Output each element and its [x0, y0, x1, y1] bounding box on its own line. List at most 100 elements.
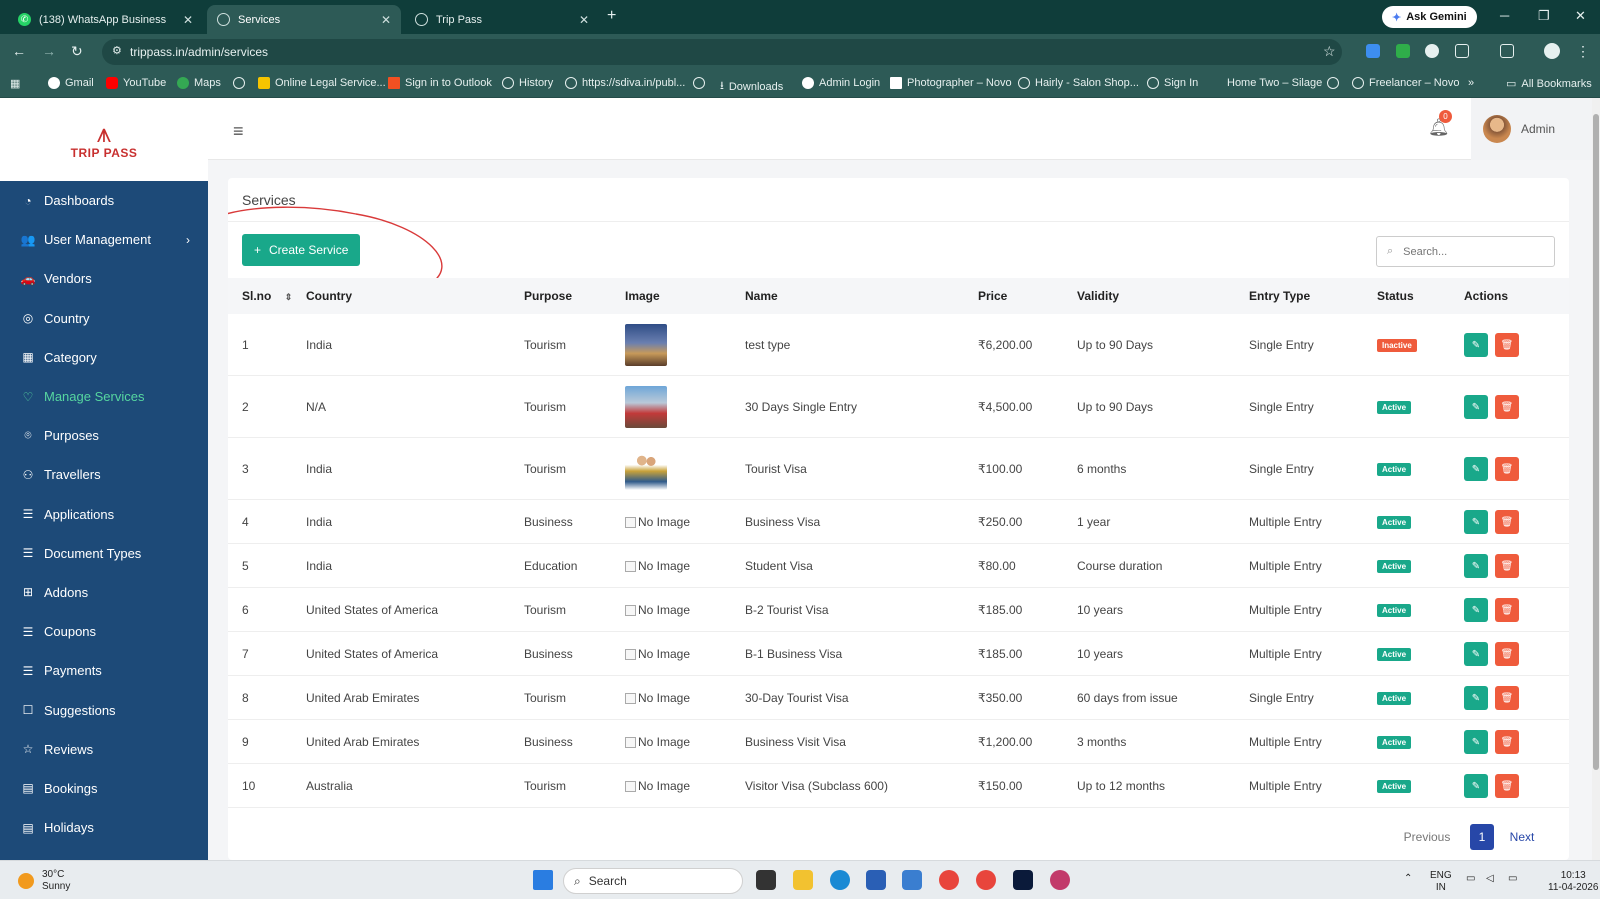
- delete-icon[interactable]: 🗑︎: [1495, 457, 1519, 481]
- bookmark-photographer[interactable]: Photographer – Novo: [890, 77, 1012, 89]
- taskbar-search[interactable]: ⌕ Search: [563, 868, 743, 894]
- admin-profile[interactable]: Admin: [1471, 98, 1592, 160]
- sidebar-item-payments[interactable]: ☰ Payments: [0, 651, 208, 690]
- new-tab-icon[interactable]: +: [607, 7, 616, 25]
- chrome-icon[interactable]: [939, 870, 959, 890]
- restore-icon[interactable]: ❐: [1538, 8, 1550, 24]
- logo[interactable]: ⩚ TRIP PASS: [0, 98, 208, 181]
- site-info-icon[interactable]: ⚙: [112, 44, 122, 57]
- edit-icon[interactable]: ✎: [1464, 686, 1488, 710]
- sidebar-item-user-management[interactable]: 👥 User Management ›: [0, 220, 208, 259]
- bookmark-downloads[interactable]: ⭳ Downloads: [720, 77, 783, 96]
- delete-icon[interactable]: 🗑︎: [1495, 642, 1519, 666]
- bookmark-globe[interactable]: [233, 77, 250, 89]
- bookmark-hairly[interactable]: Hairly - Salon Shop...: [1018, 77, 1139, 89]
- weather-widget[interactable]: 30°C Sunny: [18, 869, 70, 893]
- sidebar-item-addons[interactable]: ⊞ Addons: [0, 573, 208, 612]
- bookmark-freelancer[interactable]: Freelancer – Novo: [1352, 77, 1460, 89]
- hamburger-menu-icon[interactable]: ≡: [233, 121, 244, 142]
- bookmark-sign-in[interactable]: Sign In: [1147, 77, 1198, 89]
- sidebar-item-category[interactable]: ▦ Category: [0, 338, 208, 377]
- ask-gemini-button[interactable]: ✦ Ask Gemini: [1382, 6, 1477, 28]
- all-bookmarks[interactable]: ▭ All Bookmarks: [1506, 77, 1592, 91]
- edit-icon[interactable]: ✎: [1464, 457, 1488, 481]
- delete-icon[interactable]: 🗑︎: [1495, 395, 1519, 419]
- edit-icon[interactable]: ✎: [1464, 642, 1488, 666]
- close-icon[interactable]: ✕: [183, 13, 193, 27]
- clock[interactable]: 10:13 11-04-2026: [1548, 870, 1598, 894]
- chevron-right-icon[interactable]: ›: [186, 233, 190, 247]
- snipping-tool-icon[interactable]: [1050, 870, 1070, 890]
- bookmark-star-icon[interactable]: ☆: [1323, 43, 1336, 60]
- edit-icon[interactable]: ✎: [1464, 598, 1488, 622]
- delete-icon[interactable]: 🗑︎: [1495, 554, 1519, 578]
- sidebar-item-suggestions[interactable]: ☐ Suggestions: [0, 690, 208, 729]
- search-input[interactable]: [1403, 245, 1534, 258]
- delete-icon[interactable]: 🗑︎: [1495, 686, 1519, 710]
- forward-icon[interactable]: →: [42, 43, 56, 59]
- network-icon[interactable]: ▭: [1466, 873, 1475, 885]
- next-button[interactable]: Next: [1502, 824, 1542, 850]
- chrome-profile-icon[interactable]: [976, 870, 996, 890]
- task-view-icon[interactable]: [756, 870, 776, 890]
- sidebar-item-manage-services[interactable]: ♡ Manage Services: [0, 377, 208, 416]
- create-service-button[interactable]: + Create Service: [242, 234, 361, 266]
- sidebar-item-bookings[interactable]: ▤ Bookings: [0, 769, 208, 808]
- edit-icon[interactable]: ✎: [1464, 333, 1488, 357]
- menu-dots-icon[interactable]: ⋮: [1576, 43, 1590, 60]
- edit-icon[interactable]: ✎: [1464, 554, 1488, 578]
- delete-icon[interactable]: 🗑︎: [1495, 598, 1519, 622]
- page-scrollbar[interactable]: [1592, 98, 1600, 860]
- sidebar-item-document-types[interactable]: ☰ Document Types: [0, 534, 208, 573]
- minimize-icon[interactable]: ─: [1500, 8, 1509, 23]
- download-extension-icon[interactable]: [1366, 44, 1380, 58]
- edit-icon[interactable]: ✎: [1464, 730, 1488, 754]
- edit-icon[interactable]: ✎: [1464, 395, 1488, 419]
- store-icon[interactable]: [866, 870, 886, 890]
- file-explorer-icon[interactable]: [793, 870, 813, 890]
- sidebar-item-country[interactable]: ◎ Country: [0, 299, 208, 338]
- edge-icon[interactable]: [830, 870, 850, 890]
- bookmark-sdiva[interactable]: https://sdiva.in/publ...: [565, 77, 685, 89]
- delete-icon[interactable]: 🗑︎: [1495, 510, 1519, 534]
- delete-icon[interactable]: 🗑︎: [1495, 730, 1519, 754]
- extensions-puzzle-icon[interactable]: [1455, 44, 1469, 58]
- outlook-icon[interactable]: [902, 870, 922, 890]
- edit-icon[interactable]: ✎: [1464, 774, 1488, 798]
- bookmark-maps[interactable]: Maps: [177, 77, 221, 89]
- back-icon[interactable]: ←: [12, 43, 26, 59]
- bookmark-globe[interactable]: [693, 77, 710, 89]
- sidebar-item-dashboards[interactable]: ◔ Dashboards: [0, 181, 208, 220]
- close-icon[interactable]: ✕: [579, 13, 589, 27]
- photoshop-icon[interactable]: [1013, 870, 1033, 890]
- bookmark-admin-login[interactable]: Admin Login: [802, 77, 880, 89]
- previous-button[interactable]: Previous: [1398, 824, 1456, 850]
- language-indicator[interactable]: ENG IN: [1430, 870, 1452, 894]
- sidebar-item-applications[interactable]: ☰ Applications: [0, 495, 208, 534]
- page-1-button[interactable]: 1: [1470, 824, 1494, 850]
- bookmark-globe[interactable]: [1327, 77, 1344, 89]
- sidebar-item-travellers[interactable]: ⚇ Travellers: [0, 455, 208, 494]
- extension-icon[interactable]: [1396, 44, 1410, 58]
- search-box[interactable]: ⌕: [1376, 236, 1555, 267]
- address-bar[interactable]: trippass.in/admin/services: [102, 39, 1342, 65]
- sidebar-item-purposes[interactable]: ⌾ Purposes: [0, 416, 208, 455]
- delete-icon[interactable]: 🗑︎: [1495, 333, 1519, 357]
- edit-icon[interactable]: ✎: [1464, 510, 1488, 534]
- scrollbar-thumb[interactable]: [1593, 114, 1599, 770]
- tab-whatsapp[interactable]: ✆ (138) WhatsApp Business ✕: [8, 5, 203, 34]
- sort-icon[interactable]: ⇕: [285, 292, 293, 302]
- sidebar-item-coupons[interactable]: ☰ Coupons: [0, 612, 208, 651]
- tray-chevron-icon[interactable]: ⌃: [1404, 873, 1412, 885]
- windows-start-icon[interactable]: [533, 870, 553, 890]
- delete-icon[interactable]: 🗑︎: [1495, 774, 1519, 798]
- bookmark-youtube[interactable]: YouTube: [106, 77, 166, 89]
- more-bookmarks-icon[interactable]: »: [1468, 77, 1474, 89]
- tab-trip-pass[interactable]: Trip Pass ✕: [405, 5, 599, 34]
- apps-grid-icon[interactable]: ▦: [10, 77, 20, 90]
- header-slno[interactable]: Sl.no ⇕: [242, 289, 292, 303]
- reload-icon[interactable]: ↻: [71, 43, 83, 60]
- profile-icon[interactable]: [1544, 43, 1560, 59]
- sidebar-item-vendors[interactable]: 🚗 Vendors: [0, 259, 208, 298]
- tab-services[interactable]: Services ✕: [207, 5, 401, 34]
